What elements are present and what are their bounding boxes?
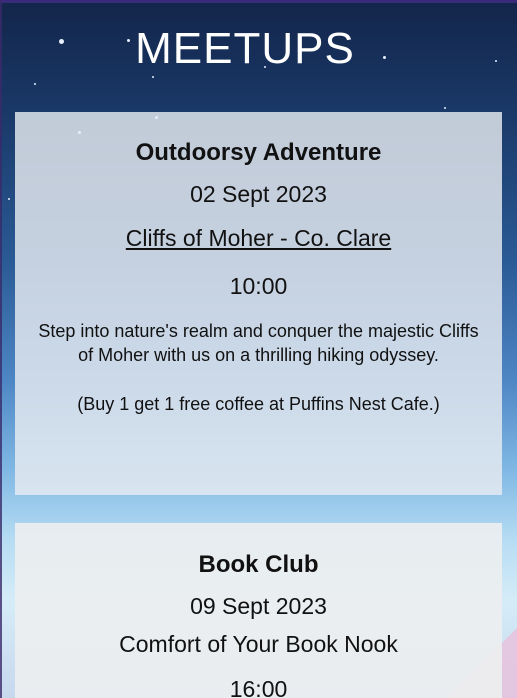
star	[34, 83, 36, 85]
star	[152, 76, 154, 78]
meetup-date: 09 Sept 2023	[190, 593, 327, 619]
meetup-card: Book Club 09 Sept 2023 Comfort of Your B…	[15, 523, 502, 698]
meetup-description: Step into nature's realm and conquer the…	[38, 321, 479, 365]
star	[8, 198, 10, 200]
left-border	[0, 0, 2, 698]
meetup-name: Book Club	[198, 551, 319, 578]
meetup-time: 16:00	[229, 676, 288, 698]
star	[495, 60, 497, 62]
page-title: MEETUPS	[135, 24, 355, 73]
star	[444, 107, 446, 109]
meetup-location: Comfort of Your Book Nook	[119, 631, 398, 657]
meetup-name: Outdoorsy Adventure	[135, 139, 382, 166]
meetup-note: (Buy 1 get 1 free coffee at Puffins Nest…	[77, 394, 440, 414]
meetup-card: Outdoorsy Adventure 02 Sept 2023 Cliffs …	[15, 112, 502, 495]
meetup-location-link[interactable]: Cliffs of Moher - Co. Clare	[15, 224, 502, 252]
top-border	[0, 0, 517, 3]
meetup-date: 02 Sept 2023	[190, 181, 327, 207]
meetup-time: 10:00	[229, 273, 288, 299]
